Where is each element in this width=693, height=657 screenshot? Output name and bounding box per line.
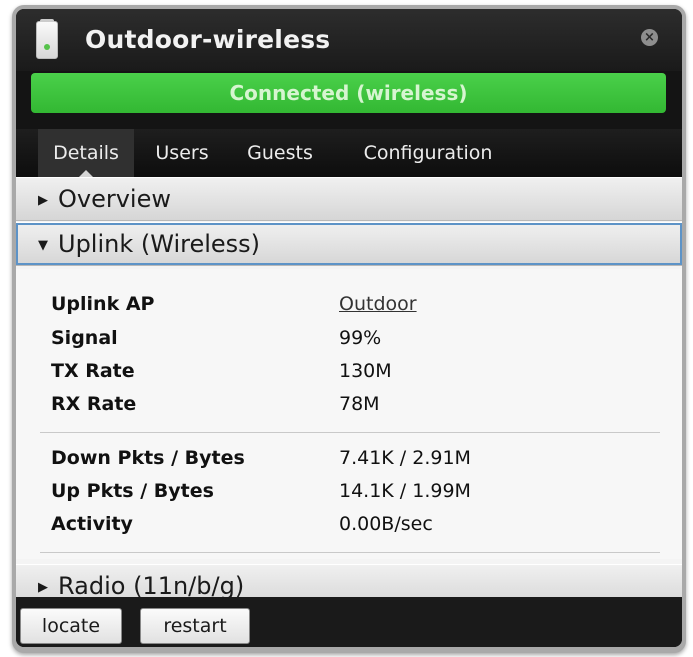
close-icon[interactable]: × bbox=[641, 29, 658, 46]
section-overview-label: Overview bbox=[58, 185, 171, 213]
section-radio-label: Radio (11n/b/g) bbox=[58, 572, 245, 600]
tab-guests[interactable]: Guests bbox=[230, 129, 330, 177]
detail-row-down-pkts: Down Pkts / Bytes 7.41K / 2.91M bbox=[51, 443, 651, 475]
uplink-ap-link[interactable]: Outdoor bbox=[339, 293, 417, 315]
detail-value: 99% bbox=[339, 327, 382, 349]
detail-row-tx-rate: TX Rate 130M bbox=[51, 356, 651, 388]
expanded-arrow-icon: ▼ bbox=[38, 238, 48, 253]
detail-value: 14.1K / 1.99M bbox=[339, 480, 471, 502]
detail-label: Uplink AP bbox=[51, 293, 155, 315]
device-title: Outdoor-wireless bbox=[85, 25, 331, 54]
tab-configuration[interactable]: Configuration bbox=[338, 129, 518, 177]
action-bar: locate restart bbox=[16, 597, 682, 647]
section-uplink-header[interactable]: ▼ Uplink (Wireless) bbox=[16, 222, 682, 266]
row-divider bbox=[40, 432, 660, 433]
restart-button[interactable]: restart bbox=[140, 608, 250, 644]
collapsed-arrow-icon: ▶ bbox=[38, 193, 48, 208]
detail-row-activity: Activity 0.00B/sec bbox=[51, 509, 651, 541]
section-overview-header[interactable]: ▶ Overview bbox=[16, 177, 682, 221]
tab-bar: Details Users Guests Configuration bbox=[16, 129, 682, 177]
tab-details[interactable]: Details bbox=[38, 129, 134, 177]
detail-value: 7.41K / 2.91M bbox=[339, 447, 471, 469]
detail-value: 130M bbox=[339, 360, 392, 382]
details-content: ▶ Overview ▼ Uplink (Wireless) Uplink AP O… bbox=[16, 177, 682, 608]
detail-label: Up Pkts / Bytes bbox=[51, 480, 214, 502]
detail-label: Activity bbox=[51, 513, 133, 535]
locate-button[interactable]: locate bbox=[20, 608, 122, 644]
detail-label: Down Pkts / Bytes bbox=[51, 447, 245, 469]
detail-value: 0.00B/sec bbox=[339, 513, 433, 535]
detail-row-up-pkts: Up Pkts / Bytes 14.1K / 1.99M bbox=[51, 476, 651, 508]
detail-label: RX Rate bbox=[51, 393, 137, 415]
row-divider bbox=[40, 552, 660, 553]
detail-label: TX Rate bbox=[51, 360, 135, 382]
title-bar: Outdoor-wireless × bbox=[16, 9, 682, 71]
device-details-panel: Outdoor-wireless × Connected (wireless) … bbox=[16, 9, 682, 647]
access-point-icon bbox=[36, 19, 58, 59]
detail-label: Signal bbox=[51, 327, 118, 349]
section-uplink-label: Uplink (Wireless) bbox=[58, 230, 261, 258]
connection-status-badge: Connected (wireless) bbox=[31, 73, 666, 113]
tab-users[interactable]: Users bbox=[140, 129, 224, 177]
detail-value: 78M bbox=[339, 393, 380, 415]
device-icon-notch bbox=[40, 19, 54, 22]
detail-row-rx-rate: RX Rate 78M bbox=[51, 389, 651, 421]
status-led-icon bbox=[44, 44, 50, 50]
detail-row-uplink-ap: Uplink AP Outdoor bbox=[51, 289, 651, 321]
uplink-details: Uplink AP Outdoor Signal 99% TX Rate 130… bbox=[16, 269, 682, 559]
detail-row-signal: Signal 99% bbox=[51, 323, 651, 355]
